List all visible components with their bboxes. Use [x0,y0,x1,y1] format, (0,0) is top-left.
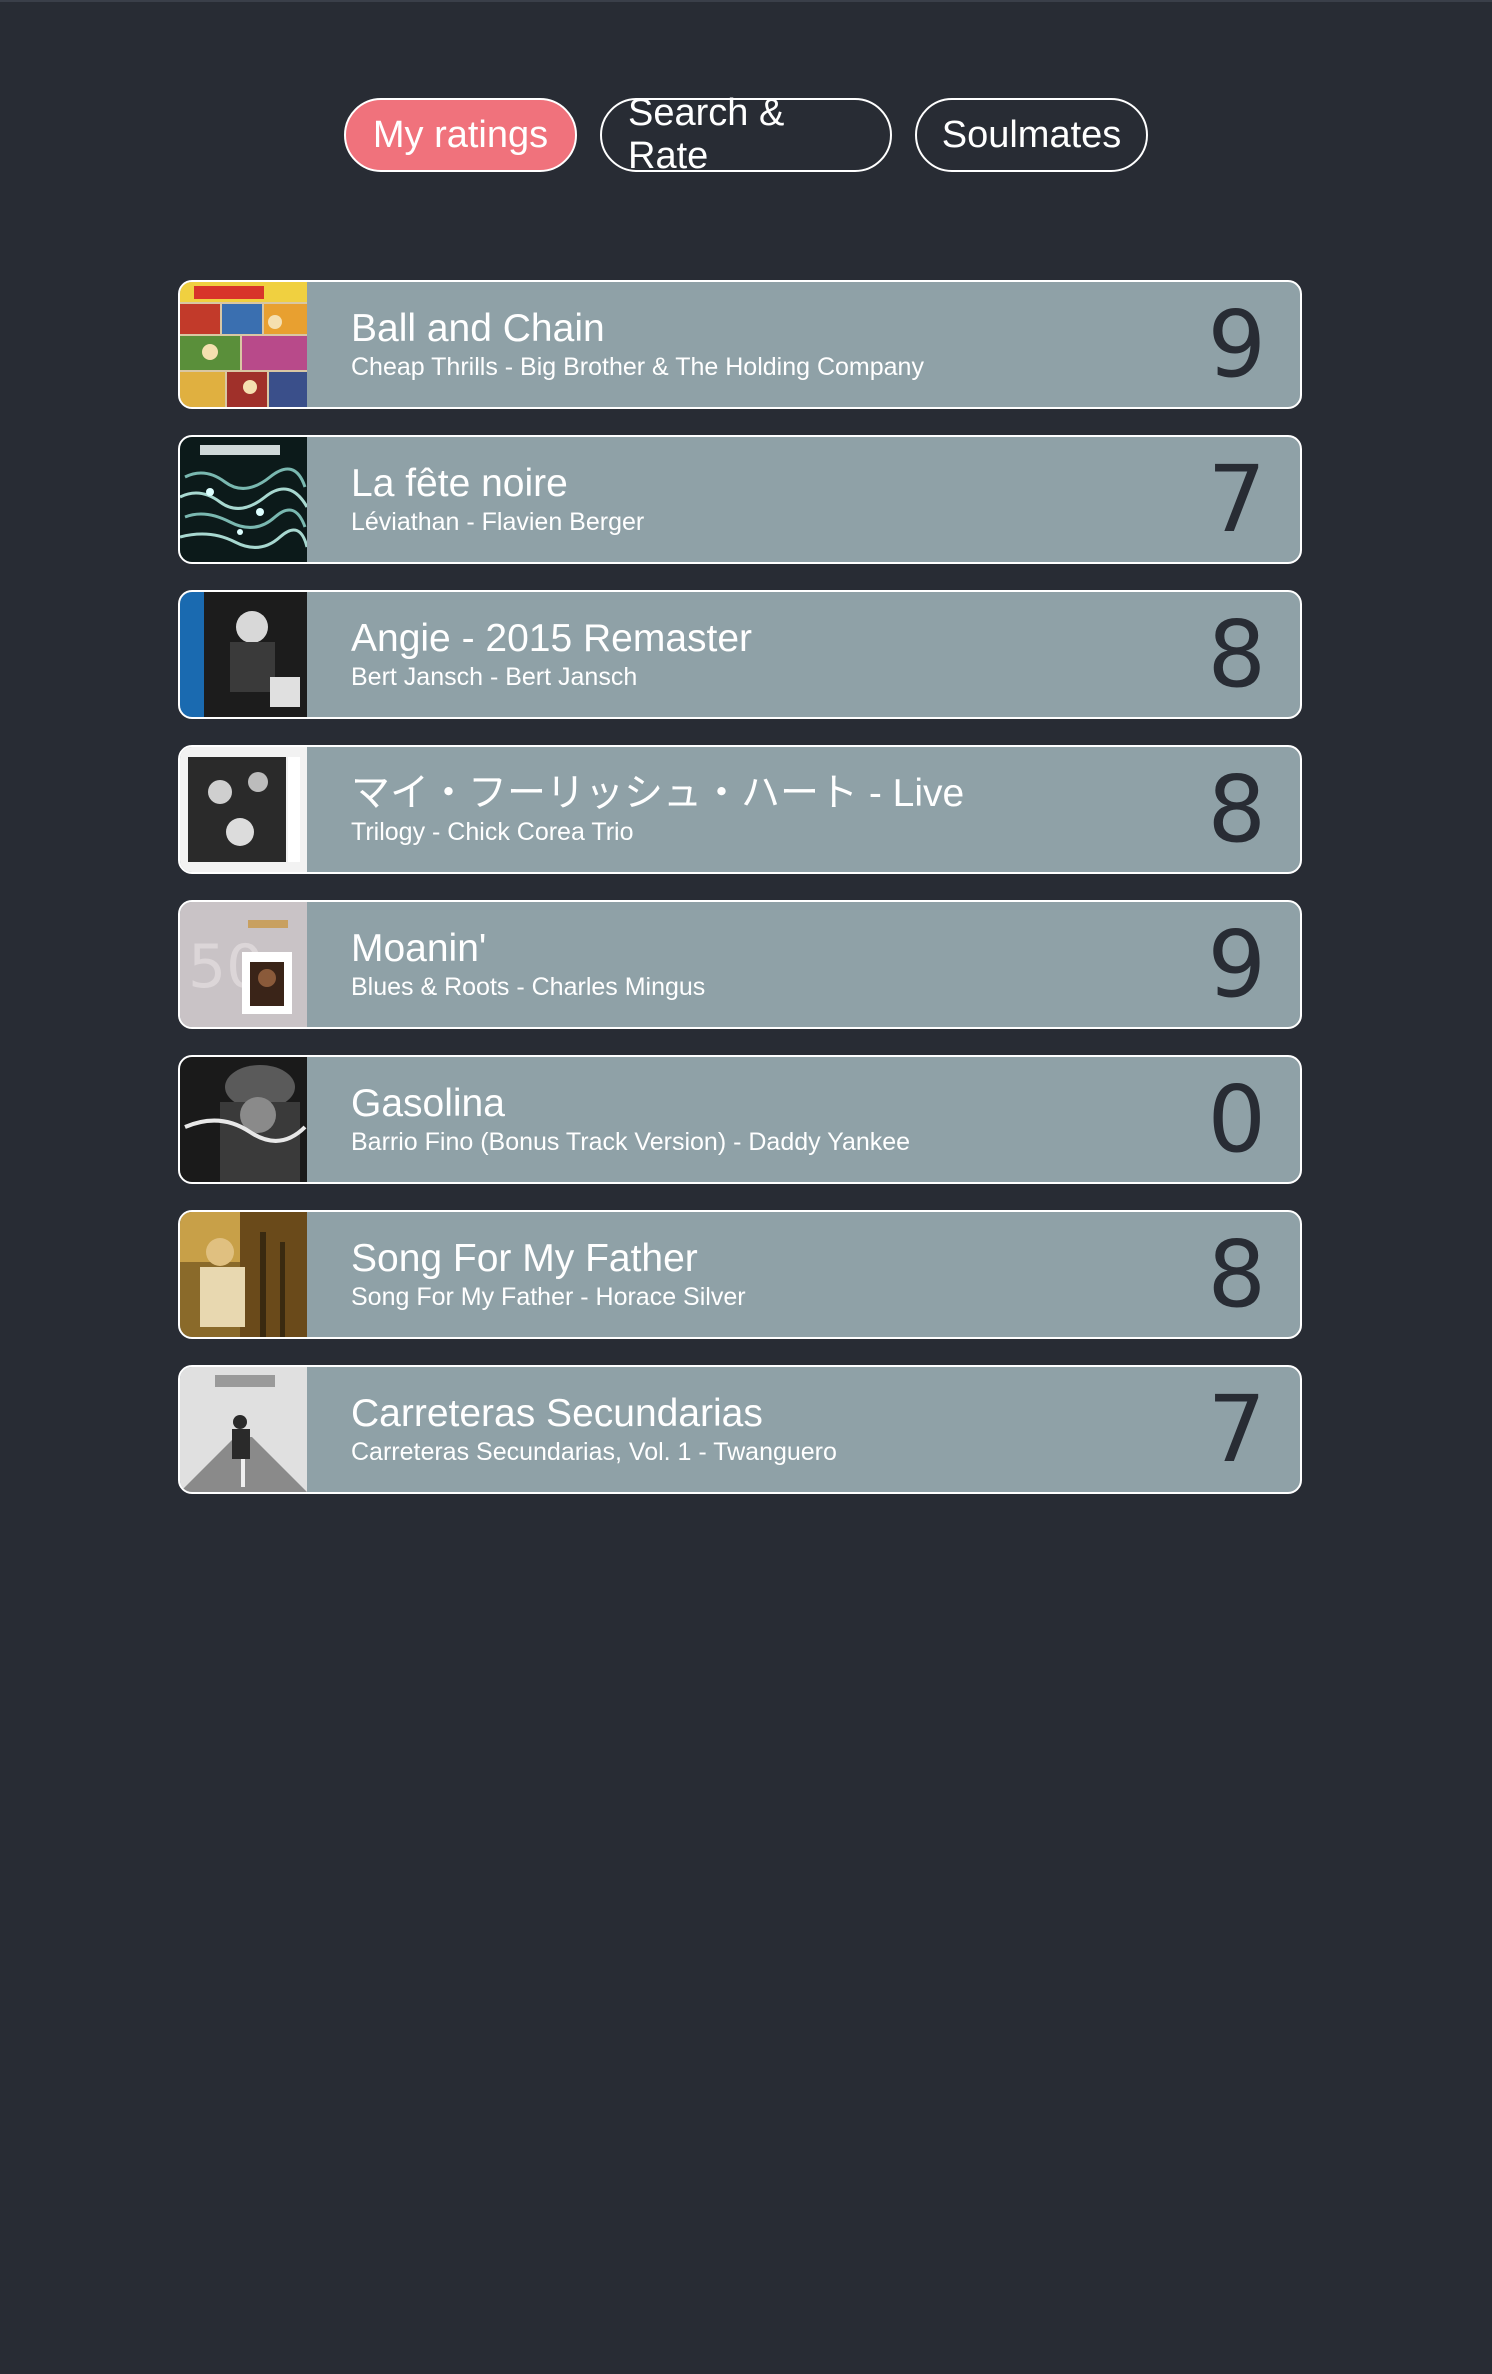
track-title: Carreteras Secundarias [351,1391,763,1435]
track-subtitle: Bert Jansch - Bert Jansch [351,662,638,691]
ratings-list: Ball and Chain Cheap Thrills - Big Broth… [178,280,1302,1520]
album-cover [180,1367,307,1492]
album-cover [180,437,307,562]
rating-row[interactable]: La fête noire Léviathan - Flavien Berger… [178,435,1302,564]
track-subtitle: Carreteras Secundarias, Vol. 1 - Twangue… [351,1437,837,1466]
rating-value: 7 [1207,445,1266,553]
rating-row[interactable]: Ball and Chain Cheap Thrills - Big Broth… [178,280,1302,409]
tab-search-rate[interactable]: Search & Rate [600,92,892,177]
track-subtitle: Barrio Fino (Bonus Track Version) - Dadd… [351,1127,911,1156]
track-title: マイ・フーリッシュ・ハート - Live [351,771,965,815]
rating-value: 9 [1207,910,1266,1018]
album-cover [180,1057,307,1182]
track-subtitle: Song For My Father - Horace Silver [351,1282,746,1311]
rating-value: 7 [1207,1375,1266,1483]
rating-value: 0 [1207,1065,1266,1173]
rating-value: 8 [1207,600,1266,708]
album-cover [180,282,307,407]
rating-row[interactable]: Angie - 2015 Remaster Bert Jansch - Bert… [178,590,1302,719]
album-cover [180,1212,307,1337]
rating-value: 8 [1207,755,1266,863]
track-info: Angie - 2015 Remaster Bert Jansch - Bert… [351,617,1300,693]
rating-row[interactable]: Carreteras Secundarias Carreteras Secund… [178,1365,1302,1494]
track-info: Gasolina Barrio Fino (Bonus Track Versio… [351,1082,1300,1158]
track-subtitle: Léviathan - Flavien Berger [351,507,645,536]
track-info: Carreteras Secundarias Carreteras Secund… [351,1392,1300,1468]
track-subtitle: Blues & Roots - Charles Mingus [351,972,706,1001]
rating-row[interactable]: Song For My Father Song For My Father - … [178,1210,1302,1339]
rating-row[interactable]: マイ・フーリッシュ・ハート - Live Trilogy - Chick Cor… [178,745,1302,874]
rating-row[interactable]: Gasolina Barrio Fino (Bonus Track Versio… [178,1055,1302,1184]
album-cover [180,592,307,717]
track-info: Ball and Chain Cheap Thrills - Big Broth… [351,307,1300,383]
track-subtitle: Trilogy - Chick Corea Trio [351,817,634,846]
track-info: La fête noire Léviathan - Flavien Berger [351,462,1300,538]
tab-my-ratings[interactable]: My ratings [344,98,577,172]
track-info: マイ・フーリッシュ・ハート - Live Trilogy - Chick Cor… [351,772,1300,848]
track-title: Moanin' [351,926,487,970]
track-subtitle: Cheap Thrills - Big Brother & The Holdin… [351,352,924,381]
album-cover: 50 [180,902,307,1027]
rating-row[interactable]: 50 Moanin' Blues & Roots - Charles Mingu… [178,900,1302,1029]
track-title: La fête noire [351,461,568,505]
track-title: Angie - 2015 Remaster [351,616,753,660]
tab-bar: My ratings Search & Rate Soulmates [0,92,1492,177]
rating-value: 9 [1207,290,1266,398]
rating-value: 8 [1207,1220,1266,1328]
track-title: Gasolina [351,1081,505,1125]
tab-soulmates[interactable]: Soulmates [915,98,1148,172]
track-info: Song For My Father Song For My Father - … [351,1237,1300,1313]
album-cover [180,747,307,872]
track-title: Song For My Father [351,1236,698,1280]
top-divider [0,0,1492,2]
track-title: Ball and Chain [351,306,605,350]
track-info: Moanin' Blues & Roots - Charles Mingus [351,927,1300,1003]
